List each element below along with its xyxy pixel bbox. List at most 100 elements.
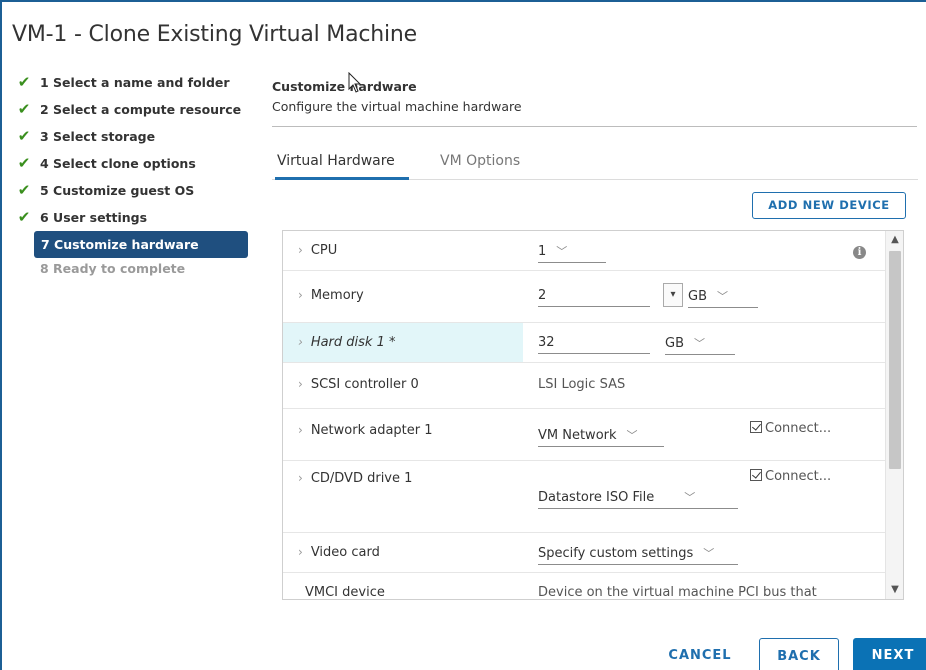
row-expander[interactable]: › CPU bbox=[298, 243, 337, 258]
hard-disk-label: Hard disk 1 * bbox=[310, 335, 396, 350]
checkbox-icon bbox=[750, 421, 762, 433]
wizard-steps: ✔ 1 Select a name and folder ✔ 2 Select … bbox=[14, 72, 254, 282]
row-expander[interactable]: › SCSI controller 0 bbox=[298, 377, 419, 392]
tab-virtual-hardware[interactable]: Virtual Hardware bbox=[275, 152, 409, 180]
cddvd-select[interactable]: Datastore ISO File ﹀ bbox=[538, 489, 738, 509]
cpu-select[interactable]: 1 ﹀ bbox=[538, 243, 606, 263]
step-label: 1 Select a name and folder bbox=[40, 75, 230, 90]
checkbox-icon bbox=[750, 469, 762, 481]
vertical-scrollbar[interactable]: ▲ ▼ bbox=[885, 231, 903, 599]
hardware-row-cpu: › CPU 1 ﹀ i bbox=[283, 231, 887, 271]
hardware-row-vmci: VMCI device Device on the virtual machin… bbox=[283, 573, 887, 600]
network-value: VM Network bbox=[538, 428, 617, 443]
step-label: 2 Select a compute resource bbox=[40, 102, 242, 117]
step-label: 7 Customize hardware bbox=[41, 237, 199, 252]
add-new-device-button[interactable]: ADD NEW DEVICE bbox=[752, 192, 906, 219]
network-label: Network adapter 1 bbox=[310, 423, 433, 438]
chevron-right-icon: › bbox=[298, 471, 303, 485]
chevron-down-icon: ﹀ bbox=[717, 290, 728, 303]
step-user-settings[interactable]: ✔ 6 User settings bbox=[14, 207, 254, 234]
cancel-button[interactable]: CANCEL bbox=[662, 638, 738, 670]
hard-disk-unit-select[interactable]: GB ﹀ bbox=[665, 335, 735, 355]
step-label: 5 Customize guest OS bbox=[40, 183, 195, 198]
chevron-right-icon: › bbox=[298, 377, 303, 391]
step-select-compute-resource[interactable]: ✔ 2 Select a compute resource bbox=[14, 99, 254, 126]
cddvd-label: CD/DVD drive 1 bbox=[310, 471, 413, 486]
scsi-value: LSI Logic SAS bbox=[538, 377, 626, 392]
hard-disk-unit: GB bbox=[665, 336, 684, 351]
network-connect-checkbox[interactable]: Connect... bbox=[750, 421, 831, 436]
connect-label: Connect... bbox=[765, 469, 832, 484]
video-value: Specify custom settings bbox=[538, 546, 694, 561]
cddvd-connect-checkbox[interactable]: Connect... bbox=[750, 469, 831, 484]
dialog-frame: VM-1 - Clone Existing Virtual Machine ✔ … bbox=[0, 0, 926, 670]
row-expander[interactable]: › Video card bbox=[298, 545, 380, 560]
cddvd-value: Datastore ISO File bbox=[538, 490, 655, 505]
connect-label: Connect... bbox=[765, 421, 832, 436]
video-select[interactable]: Specify custom settings ﹀ bbox=[538, 545, 738, 565]
chevron-right-icon: › bbox=[298, 423, 303, 437]
vmci-label: VMCI device bbox=[305, 585, 385, 600]
scsi-label: SCSI controller 0 bbox=[310, 377, 419, 392]
step-select-name-folder[interactable]: ✔ 1 Select a name and folder bbox=[14, 72, 254, 99]
tab-vm-options[interactable]: VM Options bbox=[440, 152, 520, 180]
memory-unit-select[interactable]: GB ﹀ bbox=[688, 288, 758, 308]
chevron-down-icon: ﹀ bbox=[703, 547, 715, 560]
next-button[interactable]: NEXT bbox=[853, 638, 926, 670]
checkmark-icon: ✔ bbox=[17, 154, 31, 172]
checkmark-icon: ✔ bbox=[17, 181, 31, 199]
chevron-down-icon: ﹀ bbox=[626, 429, 638, 442]
chevron-right-icon: › bbox=[298, 545, 303, 559]
hardware-row-cd-dvd: › CD/DVD drive 1 Datastore ISO File ﹀ Conn… bbox=[283, 461, 887, 533]
scrollbar-thumb[interactable] bbox=[889, 251, 901, 469]
hardware-row-scsi-controller: › SCSI controller 0 LSI Logic SAS bbox=[283, 363, 887, 409]
chevron-down-icon: ﹀ bbox=[694, 337, 705, 350]
hardware-row-memory: › Memory 2 ▾ GB ﹀ bbox=[283, 271, 887, 323]
section-subtitle: Configure the virtual machine hardware bbox=[272, 99, 522, 114]
vmci-value: Device on the virtual machine PCI bus th… bbox=[538, 585, 817, 600]
step-select-clone-options[interactable]: ✔ 4 Select clone options bbox=[14, 153, 254, 180]
cpu-label: CPU bbox=[310, 243, 338, 258]
hard-disk-size-input[interactable]: 32 bbox=[538, 335, 650, 354]
hardware-list: › CPU 1 ﹀ i › Memory 2 ▾ GB ﹀ › Hard disk 1 bbox=[282, 230, 904, 600]
step-label: 4 Select clone options bbox=[40, 156, 196, 171]
chevron-down-icon: ﹀ bbox=[556, 245, 568, 258]
cpu-value: 1 bbox=[538, 244, 547, 259]
chevron-right-icon: › bbox=[298, 243, 303, 257]
hardware-row-network-adapter: › Network adapter 1 VM Network ﹀ Connect..… bbox=[283, 409, 887, 461]
checkmark-icon: ✔ bbox=[17, 127, 31, 145]
row-expander[interactable]: › Memory bbox=[298, 288, 364, 303]
hardware-row-video-card: › Video card Specify custom settings ﹀ bbox=[283, 533, 887, 573]
memory-label: Memory bbox=[310, 288, 364, 303]
hardware-row-hard-disk: › Hard disk 1 * 32 GB ﹀ bbox=[283, 323, 887, 363]
step-customize-hardware[interactable]: 7 Customize hardware bbox=[34, 231, 248, 258]
memory-input[interactable]: 2 bbox=[538, 288, 650, 307]
checkmark-icon: ✔ bbox=[17, 100, 31, 118]
video-label: Video card bbox=[310, 545, 380, 560]
memory-unit: GB bbox=[688, 289, 707, 304]
mouse-pointer-icon bbox=[348, 72, 362, 93]
row-expander[interactable]: › Network adapter 1 bbox=[298, 423, 433, 438]
memory-dropdown-button[interactable]: ▾ bbox=[663, 283, 683, 307]
chevron-right-icon: › bbox=[298, 288, 303, 302]
info-icon[interactable]: i bbox=[853, 246, 866, 259]
step-ready-to-complete: 8 Ready to complete bbox=[14, 262, 254, 282]
step-select-storage[interactable]: ✔ 3 Select storage bbox=[14, 126, 254, 153]
step-customize-guest-os[interactable]: ✔ 5 Customize guest OS bbox=[14, 180, 254, 207]
step-label: 8 Ready to complete bbox=[40, 261, 186, 276]
divider bbox=[272, 126, 917, 127]
step-label: 6 User settings bbox=[40, 210, 148, 225]
step-label: 3 Select storage bbox=[40, 129, 156, 144]
network-select[interactable]: VM Network ﹀ bbox=[538, 427, 664, 447]
chevron-down-icon: ﹀ bbox=[684, 491, 696, 504]
tab-bar: Virtual Hardware VM Options bbox=[272, 150, 918, 180]
checkmark-icon: ✔ bbox=[17, 73, 31, 91]
row-expander[interactable]: › Hard disk 1 * bbox=[298, 335, 395, 350]
chevron-right-icon: › bbox=[298, 335, 303, 349]
row-expander[interactable]: › CD/DVD drive 1 bbox=[298, 471, 412, 486]
back-button[interactable]: BACK bbox=[759, 638, 839, 670]
content-panel: Customize hardware Configure the virtual… bbox=[272, 72, 918, 219]
scroll-up-icon[interactable]: ▲ bbox=[886, 231, 903, 249]
scroll-down-icon[interactable]: ▼ bbox=[886, 581, 903, 599]
checkmark-icon: ✔ bbox=[17, 208, 31, 226]
